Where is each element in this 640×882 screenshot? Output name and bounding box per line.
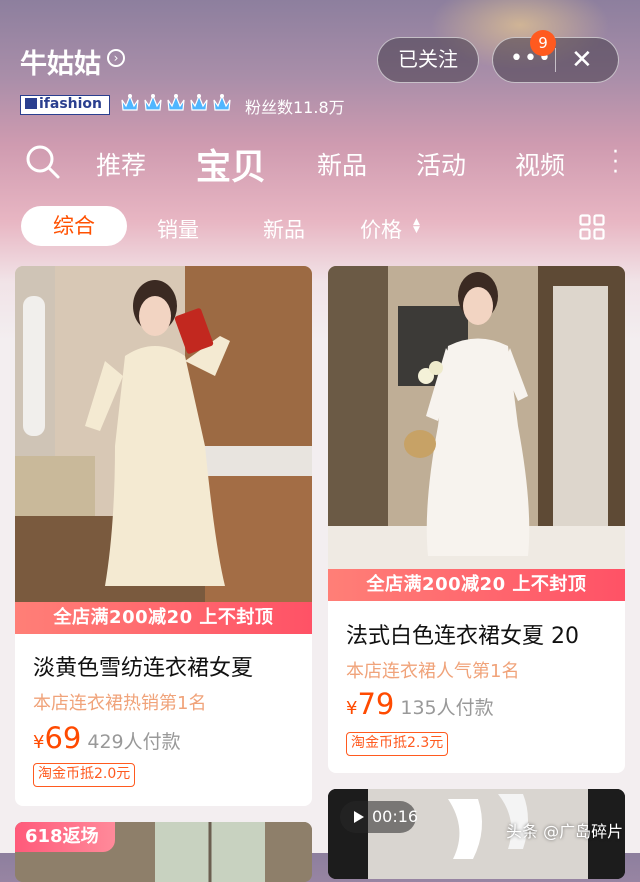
product-price: ¥69 429人付款 [33, 721, 181, 755]
shop-tabs: 推荐 宝贝 新品 活动 视频 · · · [0, 138, 640, 188]
currency-symbol: ¥ [346, 698, 358, 719]
coin-discount-tag: 淘金币抵2.3元 [346, 732, 449, 756]
capsule-divider [555, 48, 556, 72]
ifashion-badge: ifashion [20, 95, 110, 115]
crown-icon [121, 94, 139, 111]
product-card[interactable]: 618返场 [15, 822, 312, 882]
sort-sales[interactable]: 销量 [157, 214, 199, 244]
sort-price[interactable]: 价格 [360, 214, 402, 244]
close-icon[interactable]: ✕ [571, 45, 593, 75]
follow-button[interactable]: 已关注 [377, 37, 479, 83]
tab-activity[interactable]: 活动 [416, 146, 466, 182]
crown-icon [144, 94, 162, 111]
fans-count: 粉丝数11.8万 [245, 98, 345, 117]
sold-count: 135人付款 [400, 697, 494, 719]
product-title[interactable]: 法式白色连衣裙女夏 20 [346, 618, 579, 650]
sort-arrows-icon: ▲ ▼ [413, 217, 420, 235]
product-image[interactable] [328, 266, 625, 571]
ifashion-label: ifashion [39, 96, 103, 112]
tab-new[interactable]: 新品 [317, 146, 367, 182]
coin-discount-tag: 淘金币抵2.0元 [33, 763, 136, 787]
product-rank: 本店连衣裙人气第1名 [346, 661, 520, 682]
play-icon [354, 811, 364, 823]
search-icon[interactable] [25, 144, 61, 180]
watermark: 头条 @广岛碎片 [506, 822, 624, 841]
sort-new[interactable]: 新品 [263, 214, 305, 244]
price-value: 69 [44, 721, 82, 755]
product-rank: 本店连衣裙热销第1名 [33, 693, 207, 714]
product-image[interactable] [15, 266, 312, 606]
grid-view-icon[interactable] [579, 214, 605, 240]
promo-banner: 全店满200减20 上不封顶 [328, 569, 625, 601]
tab-video[interactable]: 视频 [515, 146, 565, 182]
video-duration-badge: 00:16 [340, 801, 419, 833]
crown-icon [190, 94, 208, 111]
sort-comprehensive[interactable]: 综合 [21, 206, 127, 246]
shop-name[interactable]: 牛姑姑 [20, 42, 101, 81]
price-value: 79 [357, 687, 395, 721]
tab-recommend[interactable]: 推荐 [96, 146, 146, 182]
product-title[interactable]: 淡黄色雪纺连衣裙女夏 [33, 650, 253, 682]
promo-banner: 全店满200减20 上不封顶 [15, 602, 312, 634]
video-duration: 00:16 [372, 807, 419, 826]
shop-level-crowns [120, 92, 232, 114]
notification-badge: 9 [530, 30, 556, 56]
product-card[interactable]: 全店满200减20 上不封顶 法式白色连衣裙女夏 20 本店连衣裙人气第1名 ¥… [328, 266, 625, 773]
sold-count: 429人付款 [87, 731, 181, 753]
ifashion-logo-icon [25, 98, 37, 109]
tag-618-return: 618返场 [15, 822, 115, 852]
tab-products[interactable]: 宝贝 [196, 139, 266, 190]
product-card[interactable]: 全店满200减20 上不封顶 淡黄色雪纺连衣裙女夏 本店连衣裙热销第1名 ¥69… [15, 266, 312, 806]
crown-icon [167, 94, 185, 111]
shop-info-chevron-icon[interactable]: › [107, 49, 125, 67]
tabs-more-icon[interactable]: · · · [612, 142, 619, 184]
product-price: ¥79 135人付款 [346, 687, 494, 721]
crown-icon [213, 94, 231, 111]
currency-symbol: ¥ [33, 732, 45, 753]
